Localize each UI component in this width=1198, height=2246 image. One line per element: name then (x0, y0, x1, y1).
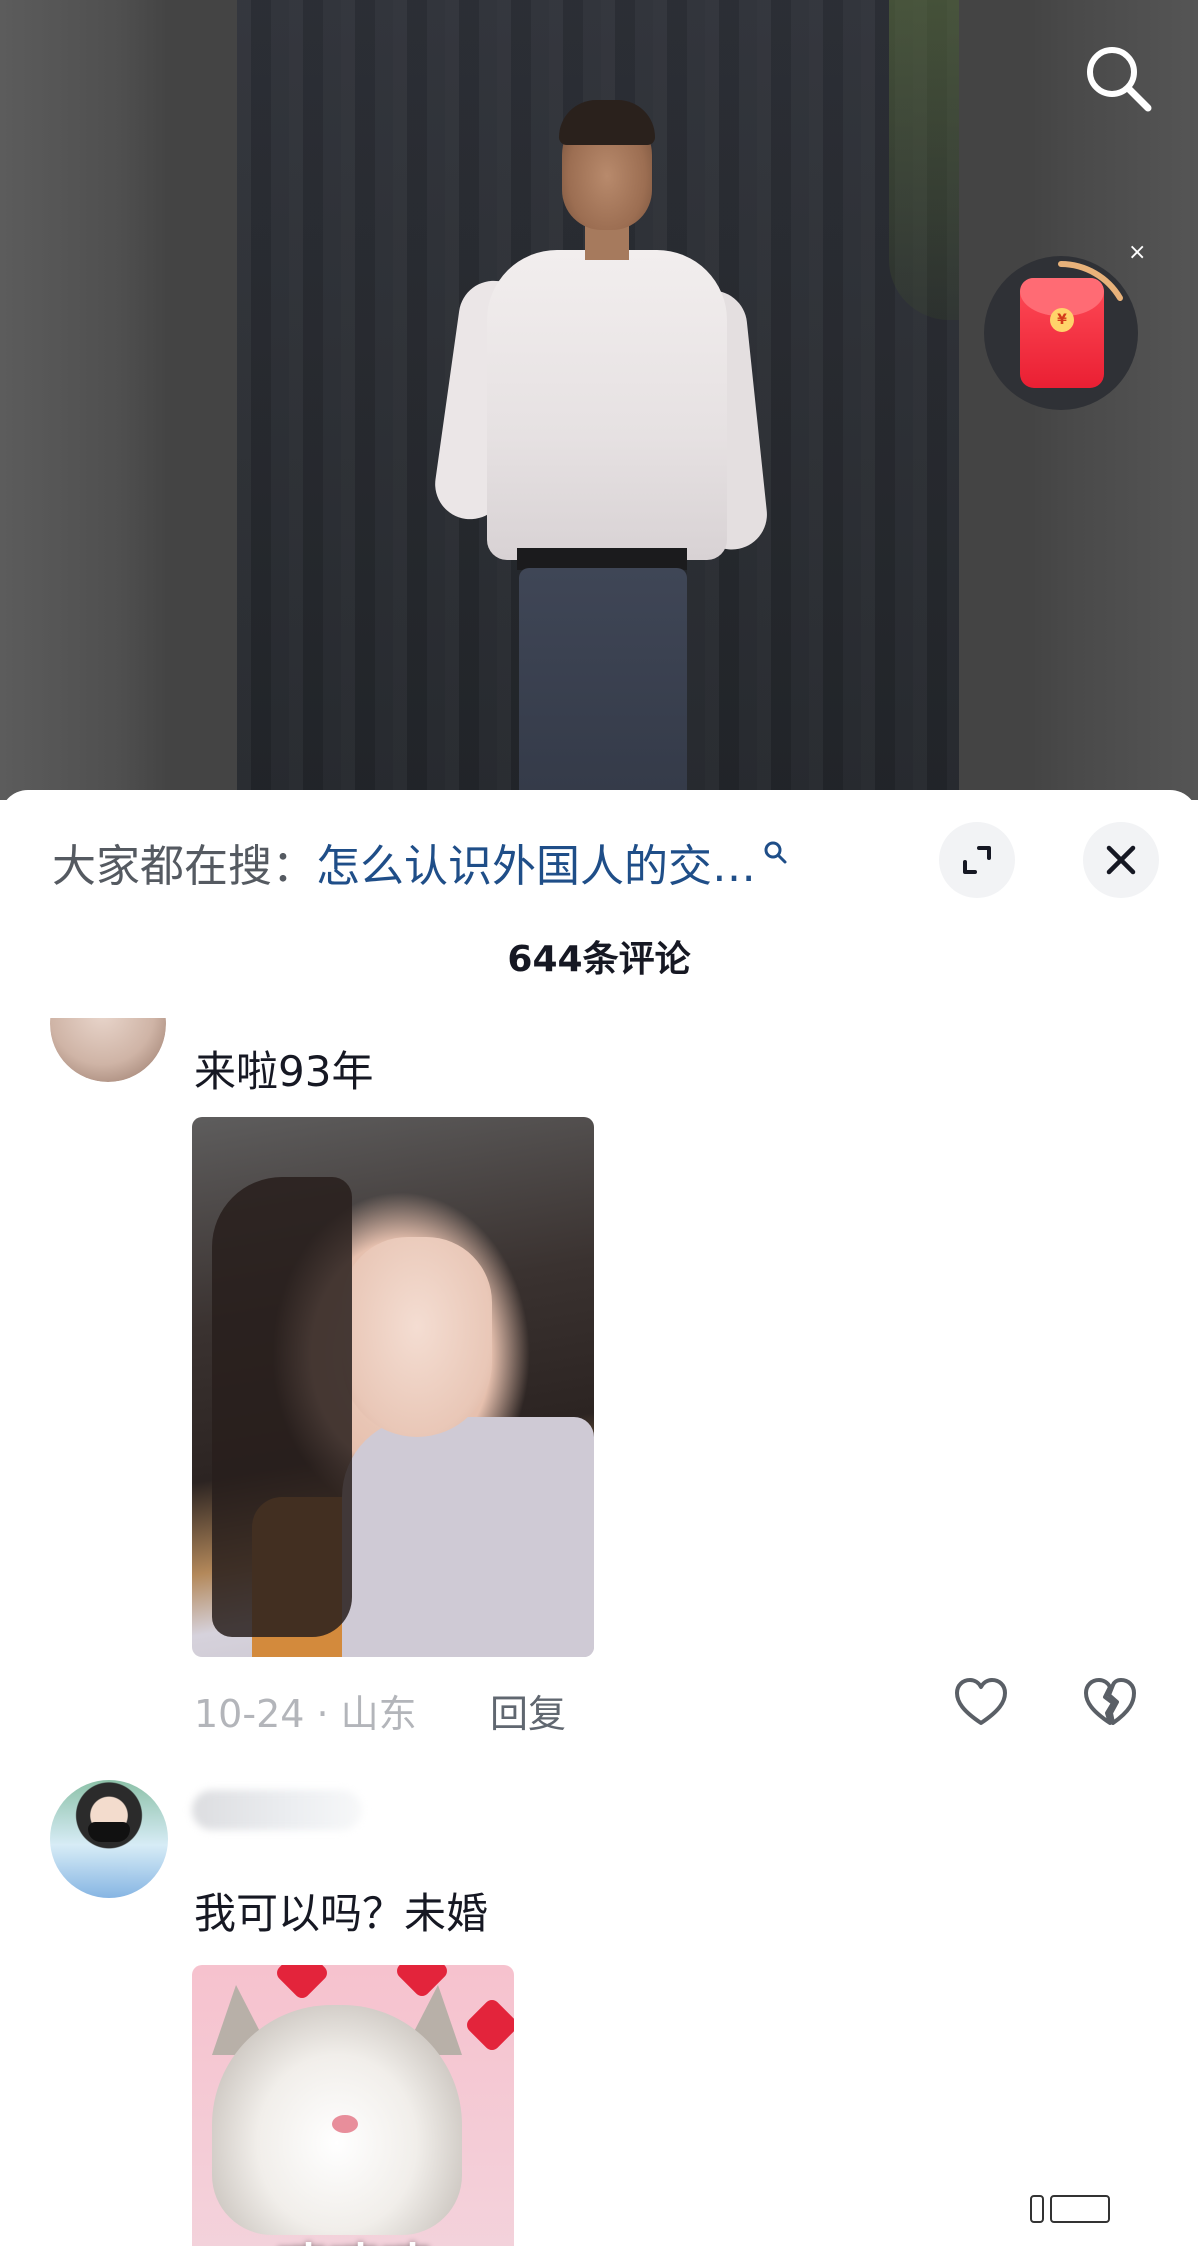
comment-text: 我可以吗？未婚 (194, 1889, 489, 1938)
avatar[interactable] (50, 1018, 166, 1082)
reply-button[interactable]: 回复 (490, 1683, 566, 1738)
comment-image[interactable] (192, 1117, 594, 1657)
close-icon[interactable] (1083, 822, 1159, 898)
search-mini-icon (762, 825, 788, 876)
avatar[interactable] (50, 1780, 168, 1898)
trending-search-query[interactable]: 怎么认识外国人的交… (316, 830, 756, 894)
trending-search-bar[interactable]: 大家都在搜： 怎么认识外国人的交… (52, 832, 852, 892)
expand-icon[interactable] (939, 822, 1015, 898)
trending-search-label: 大家都在搜： (52, 841, 316, 892)
blurred-username (192, 1790, 362, 1830)
broken-heart-icon[interactable] (1080, 1673, 1140, 1733)
comment-image[interactable]: 嘻嘻嘻 (192, 1965, 514, 2246)
comment-count: 644条评论 (507, 939, 691, 980)
heart-icon[interactable] (951, 1673, 1011, 1733)
video-player[interactable]: × ¥ (0, 0, 1198, 800)
video-frame (237, 0, 959, 800)
image-caption: 嘻嘻嘻 (192, 2227, 514, 2246)
nav-buttons-indicator (1030, 2195, 1110, 2223)
comment-text: 来啦93年 (194, 1047, 374, 1096)
red-packet-icon[interactable]: ¥ (984, 256, 1138, 410)
search-icon[interactable] (1080, 40, 1158, 118)
comment-meta: 10-24 · 山东 (194, 1692, 417, 1736)
video-person-figure (430, 100, 771, 800)
red-envelope-icon: ¥ (1020, 278, 1104, 388)
plant-leaves (889, 0, 959, 320)
comment-sheet: 大家都在搜： 怎么认识外国人的交… 644条评论 来啦93年 10-24 · 山… (0, 790, 1198, 2246)
coin-icon: ¥ (1050, 308, 1074, 332)
